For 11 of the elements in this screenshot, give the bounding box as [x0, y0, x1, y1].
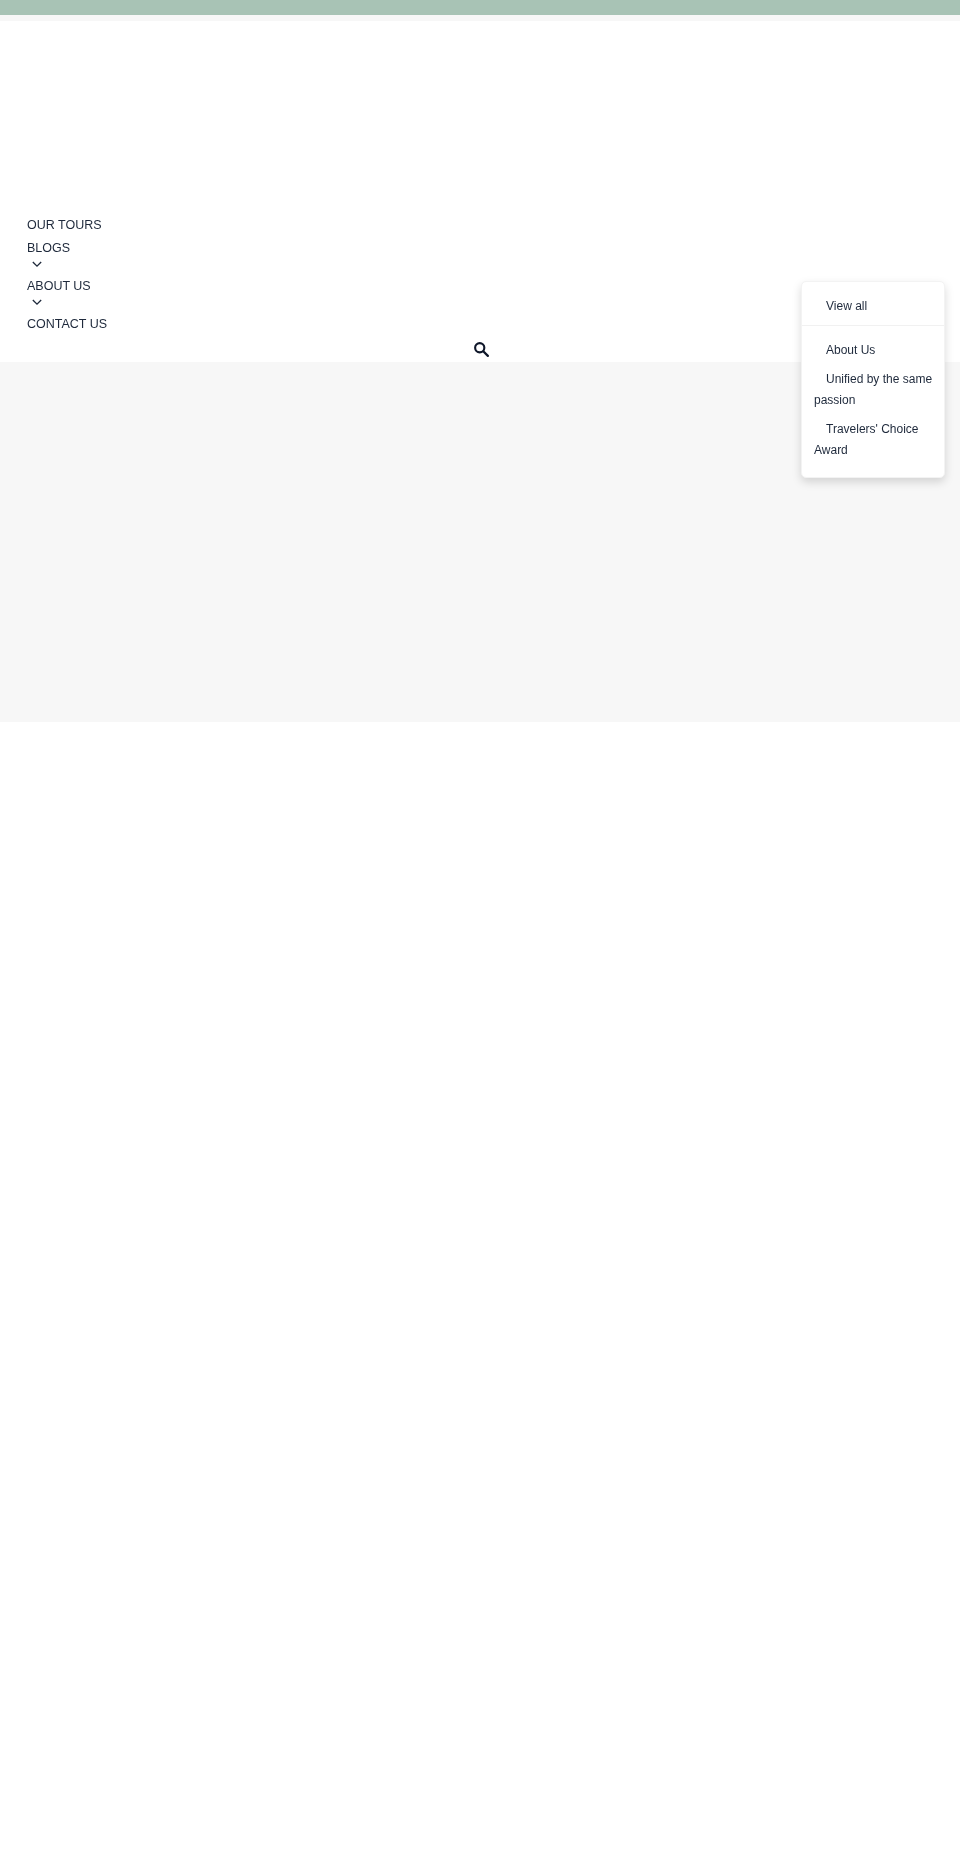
nav-link[interactable]: OUR TOURS	[27, 217, 102, 234]
dropdown-item[interactable]: Unified by the same passion	[802, 365, 944, 415]
nav-link[interactable]: BLOGS	[27, 240, 71, 257]
chevron-down-icon[interactable]	[32, 299, 42, 306]
dropdown-item[interactable]: Travelers' Choice Award	[802, 415, 944, 465]
nav-link[interactable]: ABOUT US	[27, 278, 91, 295]
dropdown-item[interactable]: About Us	[802, 336, 944, 365]
chevron-down-icon[interactable]	[32, 261, 42, 268]
view-all-link[interactable]: View all	[802, 282, 944, 326]
search-icon[interactable]	[473, 341, 490, 358]
nav-link[interactable]: CONTACT US	[27, 316, 108, 333]
